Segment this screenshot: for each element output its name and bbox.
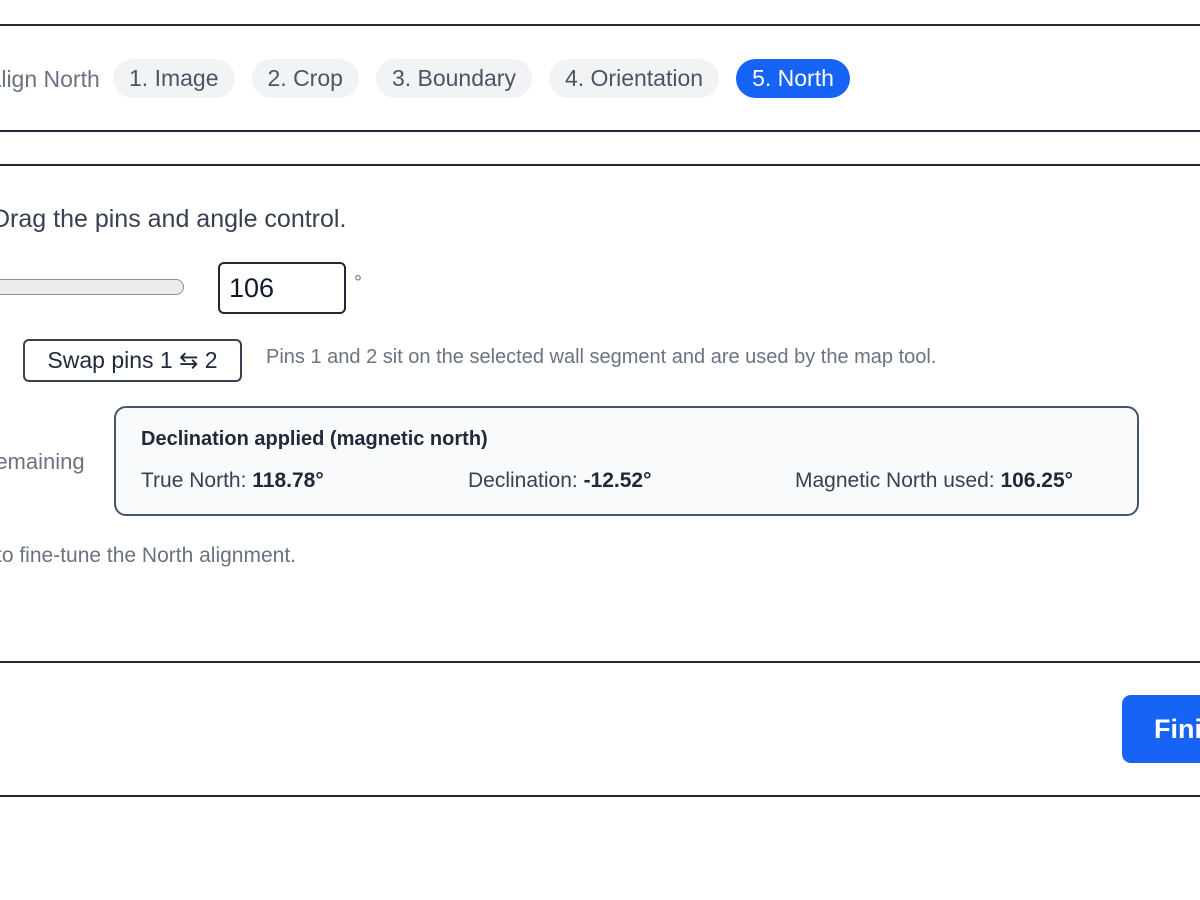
magnetic-north-value: 106.25° xyxy=(1000,469,1074,492)
footer-top-divider xyxy=(0,661,1200,663)
true-north-value: 118.78° xyxy=(252,469,324,492)
step-image[interactable]: 1. Image xyxy=(113,59,235,98)
step-boundary[interactable]: 3. Boundary xyxy=(375,59,532,98)
north-alignment-page: Align North 1. Image 2. Crop 3. Boundary… xyxy=(0,0,1200,900)
declination-card: Declination applied (magnetic north) Tru… xyxy=(114,406,1139,516)
panel-top-divider xyxy=(0,164,1200,166)
declination-title: Declination applied (magnetic north) xyxy=(141,428,488,450)
instruction-text: Drag the pins and angle control. xyxy=(0,205,347,233)
declination-label: Declination: xyxy=(468,469,584,492)
angle-input[interactable] xyxy=(218,262,346,314)
footer-bottom-divider xyxy=(0,795,1200,797)
step-north[interactable]: 5. North xyxy=(736,59,850,98)
header-bottom-divider xyxy=(0,130,1200,132)
magnetic-north-readout: Magnetic North used: 106.25° xyxy=(795,469,1073,493)
fine-tune-hint: to fine-tune the North alignment. xyxy=(0,544,297,567)
swap-pins-button[interactable]: Swap pins 1 ⇆ 2 xyxy=(23,339,242,382)
top-divider xyxy=(0,24,1200,26)
angle-slider[interactable] xyxy=(0,279,184,295)
swap-pins-help-text: Pins 1 and 2 sit on the selected wall se… xyxy=(266,346,937,368)
true-north-readout: True North: 118.78° xyxy=(141,469,324,493)
finish-button[interactable]: Finish xyxy=(1122,695,1200,763)
declination-value: -12.52° xyxy=(583,469,652,492)
step-crop[interactable]: 2. Crop xyxy=(251,59,359,98)
true-north-label: True North: xyxy=(141,469,253,492)
degree-unit: ° xyxy=(354,272,362,294)
step-orientation[interactable]: 4. Orientation xyxy=(548,59,720,98)
declination-readout: Declination: -12.52° xyxy=(468,469,652,493)
page-title: Align North xyxy=(0,66,100,92)
remaining-label: remaining xyxy=(0,449,85,474)
magnetic-north-label: Magnetic North used: xyxy=(795,469,1001,492)
wizard-stepper: 1. Image 2. Crop 3. Boundary 4. Orientat… xyxy=(113,59,850,98)
